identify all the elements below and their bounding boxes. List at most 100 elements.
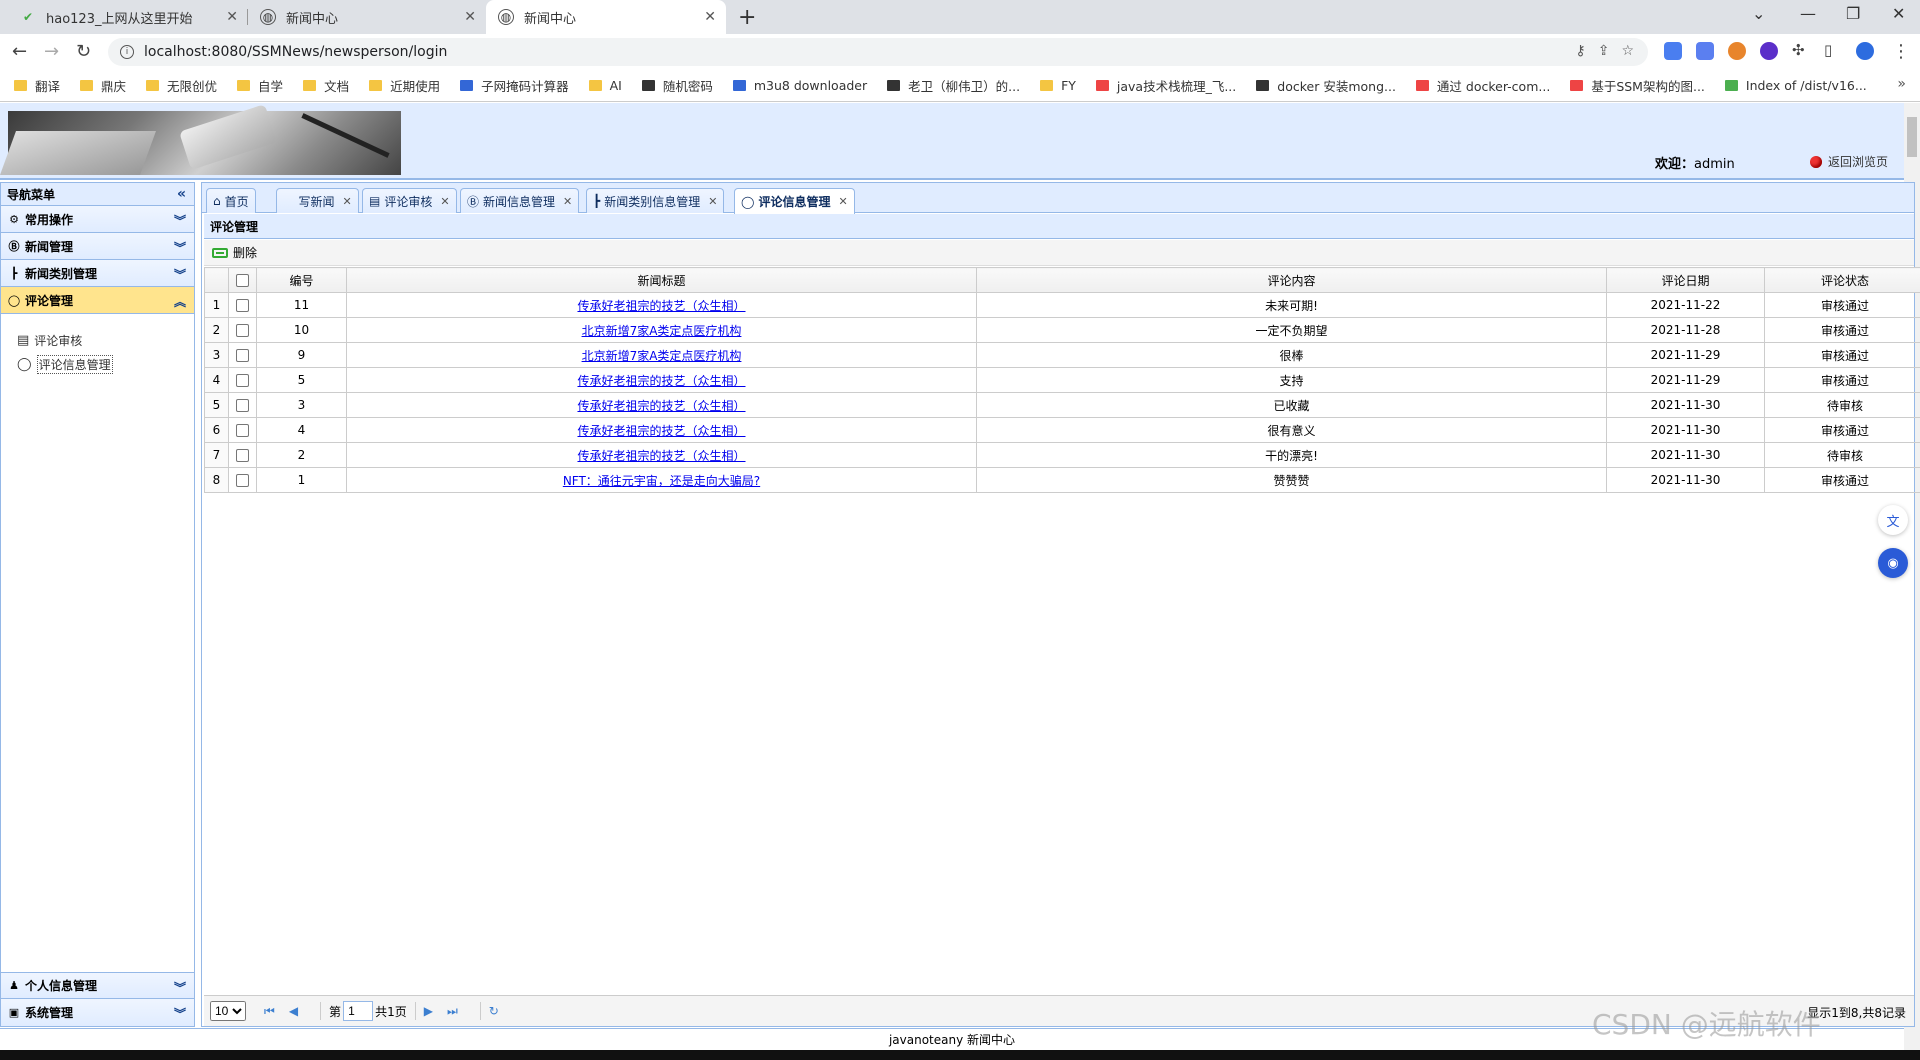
bookmark-item[interactable]: AI	[589, 78, 622, 93]
close-icon[interactable]: ✕	[440, 195, 449, 208]
page-number-input[interactable]	[343, 1001, 373, 1021]
row-checkbox[interactable]	[236, 299, 249, 312]
news-title-link[interactable]: 传承好老祖宗的技艺（众生相）	[577, 449, 745, 463]
back-arrow-icon[interactable]: ←	[12, 41, 27, 62]
back-to-browse-link[interactable]: 返回浏览页	[1810, 153, 1888, 170]
browser-tab-hao123[interactable]: ✔ hao123_上网从这里开始 ✕	[8, 0, 248, 34]
select-all-checkbox[interactable]	[236, 274, 249, 287]
url-input[interactable]: i localhost:8080/SSMNews/newsperson/logi…	[108, 38, 1648, 66]
row-checkbox[interactable]	[236, 324, 249, 337]
last-page-icon[interactable]: ⏭	[447, 1004, 458, 1019]
tab-comment-manage[interactable]: ◯ 评论信息管理 ✕	[734, 188, 855, 214]
row-checkbox[interactable]	[236, 449, 249, 462]
news-title-link[interactable]: NFT：通往元宇宙，还是走向大骗局?	[563, 474, 760, 488]
table-row[interactable]: 4 5 传承好老祖宗的技艺（众生相） 支持 2021-11-29 审核通过	[205, 368, 1920, 393]
table-row[interactable]: 3 9 北京新增7家A类定点医疗机构 很棒 2021-11-29 审核通过	[205, 343, 1920, 368]
nav-section-category[interactable]: ┣ 新闻类别管理 ︾	[1, 260, 194, 287]
key-icon[interactable]: ⚷	[1575, 43, 1585, 59]
news-title-link[interactable]: 传承好老祖宗的技艺（众生相）	[577, 424, 745, 438]
bookmark-item[interactable]: 子网掩码计算器	[460, 76, 569, 95]
table-row[interactable]: 1 11 传承好老祖宗的技艺（众生相） 未来可期! 2021-11-22 审核通…	[205, 293, 1920, 318]
extension-chart-icon[interactable]	[1664, 42, 1682, 60]
news-title-link[interactable]: 传承好老祖宗的技艺（众生相）	[577, 299, 745, 313]
close-icon[interactable]: ✕	[464, 9, 476, 25]
page-size-select[interactable]: 10	[210, 1001, 246, 1021]
delete-button[interactable]: 删除	[233, 244, 257, 261]
news-title-link[interactable]: 北京新增7家A类定点医疗机构	[582, 349, 742, 363]
nav-section-comments[interactable]: ◯ 评论管理 ︽	[1, 287, 194, 314]
col-header-content[interactable]: 评论内容	[977, 268, 1607, 293]
col-header-date[interactable]: 评论日期	[1607, 268, 1765, 293]
tab-search-icon[interactable]: ⌄	[1752, 4, 1765, 23]
row-checkbox[interactable]	[236, 349, 249, 362]
row-checkbox[interactable]	[236, 474, 249, 487]
nav-section-common[interactable]: ⚙ 常用操作 ︾	[1, 206, 194, 233]
nav-section-system[interactable]: ▣ 系统管理 ︾	[1, 999, 194, 1026]
col-header-id[interactable]: 编号	[257, 268, 347, 293]
reload-icon[interactable]: ↻	[76, 41, 91, 62]
close-icon[interactable]: ✕	[342, 195, 351, 208]
news-title-link[interactable]: 北京新增7家A类定点医疗机构	[582, 324, 742, 338]
bookmark-item[interactable]: 近期使用	[369, 76, 440, 95]
browser-tab-news-1[interactable]: ◍ 新闻中心 ✕	[248, 0, 486, 34]
bookmark-item[interactable]: 鼎庆	[80, 76, 126, 95]
bookmark-item[interactable]: 文档	[303, 76, 349, 95]
tab-home[interactable]: ⌂ 首页	[206, 188, 256, 213]
nav-section-news[interactable]: Ⓑ 新闻管理 ︾	[1, 233, 194, 260]
first-page-icon[interactable]: ⏮	[264, 1004, 275, 1019]
bookmark-item[interactable]: m3u8 downloader	[733, 78, 867, 93]
sidepanel-icon[interactable]: ▯	[1824, 41, 1832, 59]
extension-bot-icon[interactable]	[1760, 42, 1778, 60]
close-icon[interactable]: ✕	[704, 9, 716, 25]
extension-shield-icon[interactable]	[1728, 42, 1746, 60]
close-icon[interactable]: ✕	[708, 195, 717, 208]
close-icon[interactable]: ✕	[226, 9, 238, 25]
close-icon[interactable]: ✕	[563, 195, 572, 208]
bookmark-item[interactable]: 翻译	[14, 76, 60, 95]
bookmark-item[interactable]: 无限创优	[146, 76, 217, 95]
table-row[interactable]: 6 4 传承好老祖宗的技艺（众生相） 很有意义 2021-11-30 审核通过	[205, 418, 1920, 443]
row-checkbox[interactable]	[236, 399, 249, 412]
restore-icon[interactable]: ❐	[1846, 4, 1860, 23]
table-row[interactable]: 5 3 传承好老祖宗的技艺（众生相） 已收藏 2021-11-30 待审核	[205, 393, 1920, 418]
bookmark-star-icon[interactable]: ☆	[1621, 43, 1634, 59]
assistant-bot-icon[interactable]: ◉	[1878, 548, 1908, 578]
next-page-icon[interactable]: ▶	[424, 1004, 433, 1018]
refresh-icon[interactable]: ↻	[489, 1004, 499, 1018]
table-row[interactable]: 2 10 北京新增7家A类定点医疗机构 一定不负期望 2021-11-28 审核…	[205, 318, 1920, 343]
bookmark-item[interactable]: docker 安装mong...	[1256, 76, 1396, 95]
bookmark-item[interactable]: 通过 docker-com...	[1416, 76, 1550, 95]
tab-news-manage[interactable]: Ⓑ 新闻信息管理 ✕	[460, 188, 579, 213]
row-checkbox[interactable]	[236, 424, 249, 437]
bookmark-item[interactable]: FY	[1040, 78, 1076, 93]
bookmark-item[interactable]: 随机密码	[642, 76, 713, 95]
tab-comment-review[interactable]: ▤ 评论审核 ✕	[362, 188, 457, 213]
puzzle-icon[interactable]: ✣	[1792, 41, 1805, 59]
collapse-left-icon[interactable]: «	[177, 186, 186, 202]
bookmark-item[interactable]: 老卫（柳伟卫）的...	[887, 76, 1020, 95]
news-title-link[interactable]: 传承好老祖宗的技艺（众生相）	[577, 374, 745, 388]
table-row[interactable]: 7 2 传承好老祖宗的技艺（众生相） 干的漂亮! 2021-11-30 待审核	[205, 443, 1920, 468]
news-title-link[interactable]: 传承好老祖宗的技艺（众生相）	[577, 399, 745, 413]
profile-avatar[interactable]	[1856, 42, 1874, 60]
bookmark-item[interactable]: 自学	[237, 76, 283, 95]
tab-category-manage[interactable]: ┣ 新闻类别信息管理 ✕	[586, 188, 724, 213]
table-row[interactable]: 8 1 NFT：通往元宇宙，还是走向大骗局? 赞赞赞 2021-11-30 审核…	[205, 468, 1920, 493]
forward-arrow-icon[interactable]: →	[44, 41, 59, 62]
tab-write-news[interactable]: 写新闻 ✕	[276, 188, 359, 213]
translate-icon[interactable]: 文	[1878, 505, 1908, 535]
nav-item-comment-manage[interactable]: ◯ 评论信息管理	[17, 352, 194, 376]
nav-item-comment-review[interactable]: ▤ 评论审核	[17, 328, 194, 352]
close-icon[interactable]: ✕	[838, 195, 847, 208]
bookmark-item[interactable]: 基于SSM架构的图...	[1570, 76, 1705, 95]
browser-tab-news-2[interactable]: ◍ 新闻中心 ✕	[486, 0, 726, 34]
nav-section-profile[interactable]: ♟ 个人信息管理 ︾	[1, 972, 194, 999]
row-checkbox[interactable]	[236, 374, 249, 387]
extension-jh-icon[interactable]	[1696, 42, 1714, 60]
prev-page-icon[interactable]: ◀	[289, 1004, 298, 1018]
menu-dots-icon[interactable]: ⋮	[1892, 41, 1910, 62]
col-header-status[interactable]: 评论状态	[1765, 268, 1920, 293]
bookmarks-more-icon[interactable]: »	[1897, 76, 1906, 92]
new-tab-icon[interactable]: +	[738, 5, 756, 30]
minimize-icon[interactable]: —	[1800, 4, 1816, 23]
